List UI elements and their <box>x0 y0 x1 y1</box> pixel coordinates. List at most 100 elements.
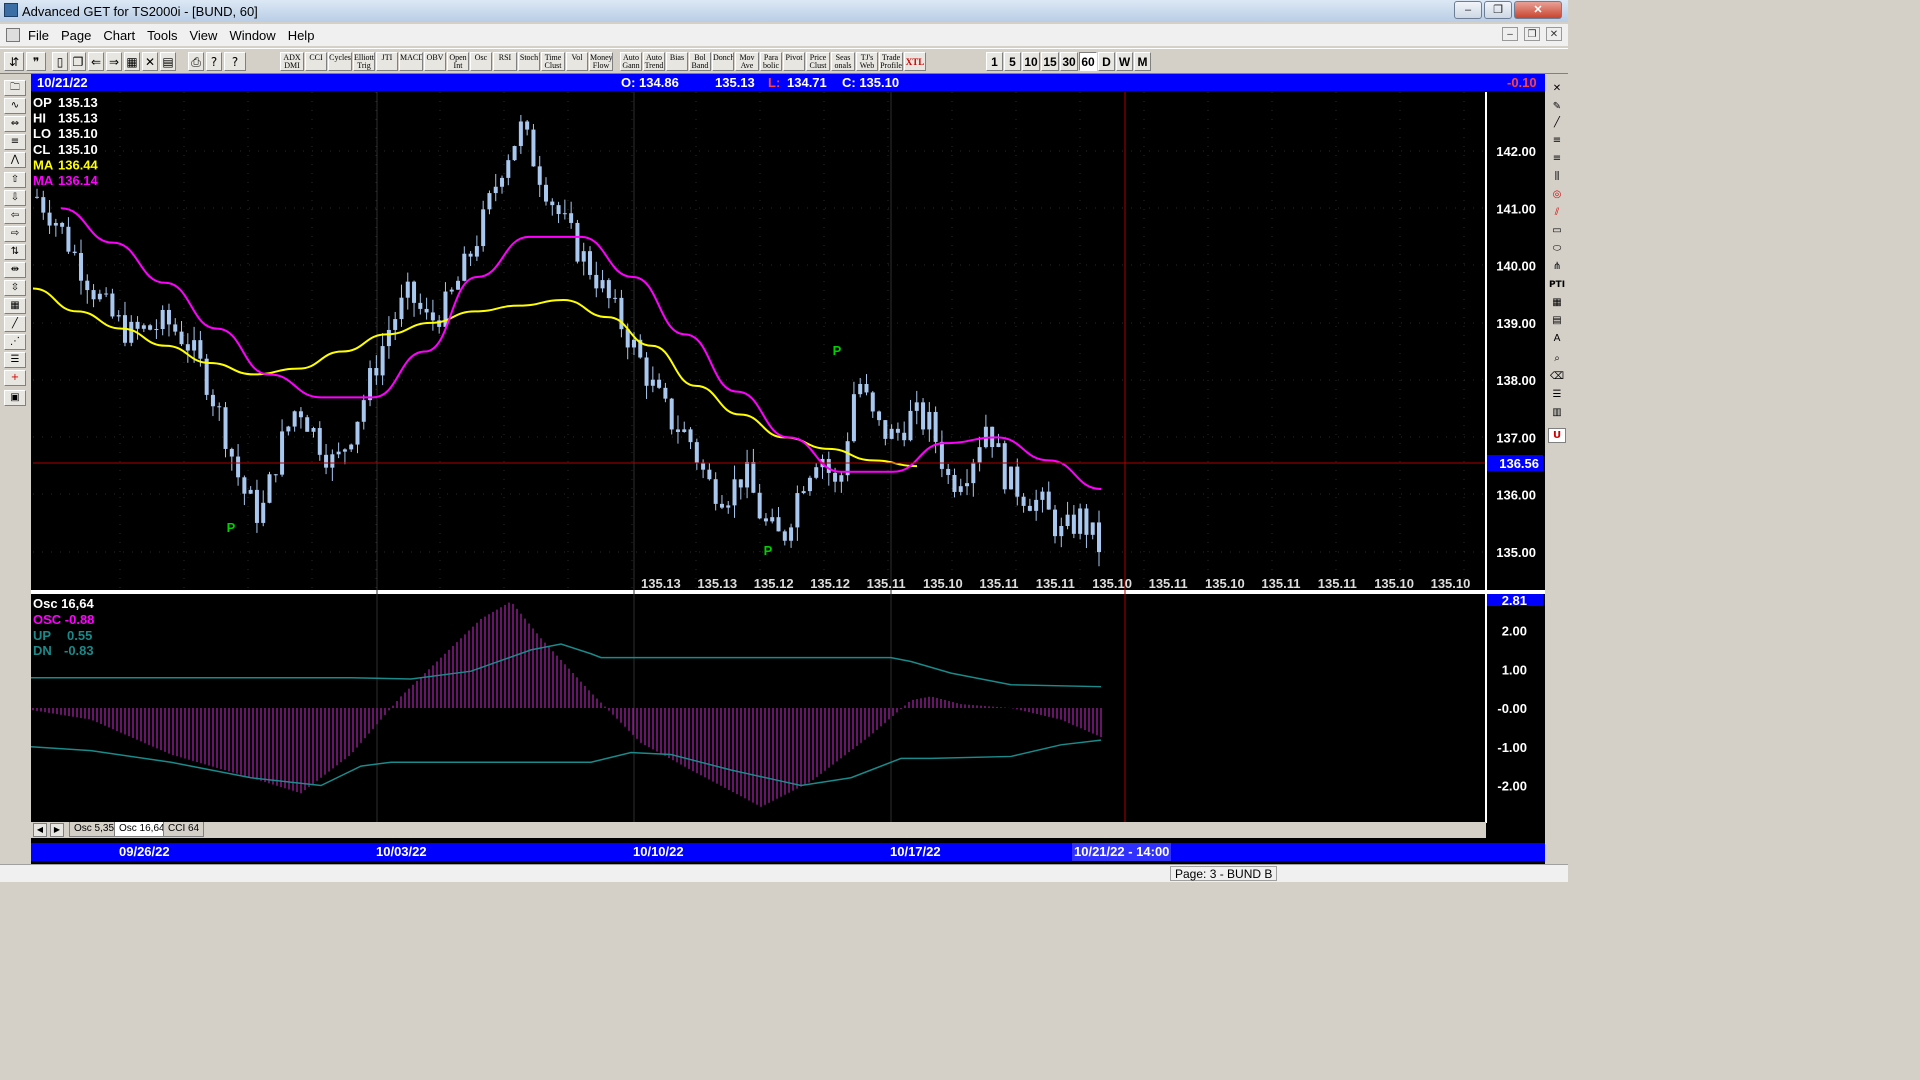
mdi-close-button[interactable]: ✕ <box>1546 27 1562 41</box>
study-button-bias[interactable]: Bias <box>666 52 688 71</box>
book-icon[interactable]: ▥ <box>1548 406 1566 421</box>
fan-icon[interactable]: ⫽ <box>1548 206 1566 221</box>
chart-area[interactable]: 142.00 141.00 140.00 139.00 138.00 137.00 136.… <box>30 74 1545 864</box>
study-button-money-flow[interactable]: Money Flow <box>589 52 613 71</box>
delete-icon[interactable]: ✕ <box>142 52 158 71</box>
zoom-icon[interactable]: ⌕ <box>1548 352 1566 367</box>
timeframe-button-m[interactable]: M <box>1134 52 1151 71</box>
tab-osc-16-64[interactable]: Osc 16,64 <box>114 822 170 837</box>
fib-retrace-icon[interactable]: ≡ <box>1548 134 1566 149</box>
arrow-right-icon[interactable]: ⇨ <box>4 226 26 242</box>
study-button-stoch[interactable]: Stoch <box>518 52 540 71</box>
channel-icon[interactable]: ▭ <box>1548 224 1566 239</box>
wave-icon[interactable]: ∿ <box>4 98 26 114</box>
study-button-seas-onals[interactable]: Seas onals <box>831 52 855 71</box>
study-button-macd[interactable]: MACD <box>399 52 423 71</box>
ellipse-icon[interactable]: ⬭ <box>1548 242 1566 257</box>
study-button-open-int[interactable]: Open Int <box>447 52 469 71</box>
trendline-icon[interactable]: ╱ <box>1548 116 1566 131</box>
menu-chart[interactable]: Chart <box>103 28 135 43</box>
study-button-pivot[interactable]: Pivot <box>783 52 805 71</box>
timeframe-button-5[interactable]: 5 <box>1004 52 1021 71</box>
context-help-icon[interactable]: ? <box>224 52 246 71</box>
gann-icon[interactable]: ⋰ <box>4 334 26 350</box>
grid-tool-icon[interactable]: ▦ <box>1548 296 1566 311</box>
study-button-vol[interactable]: Vol <box>566 52 588 71</box>
mdi-restore-button[interactable]: ❐ <box>1524 27 1540 41</box>
timeframe-button-w[interactable]: W <box>1116 52 1133 71</box>
reset-icon[interactable]: ⇔ <box>4 116 26 132</box>
study-button-osc[interactable]: Osc <box>470 52 492 71</box>
tab-scroll-left-icon[interactable]: ◀ <box>33 823 47 837</box>
crosshair-icon[interactable]: + <box>4 370 26 386</box>
document-icon[interactable] <box>6 28 20 42</box>
timeframe-button-10[interactable]: 10 <box>1022 52 1040 71</box>
elliott-icon[interactable]: ⋀ <box>4 152 26 168</box>
timeframe-button-1[interactable]: 1 <box>986 52 1003 71</box>
study-button-elliott-trig[interactable]: Elliott Trig <box>353 52 375 71</box>
timeframe-button-d[interactable]: D <box>1098 52 1115 71</box>
menu-file[interactable]: File <box>28 28 49 43</box>
restore-button[interactable]: ❐ <box>1484 1 1512 19</box>
tab-cci-64[interactable]: CCI 64 <box>163 822 205 837</box>
scroll-left-icon[interactable]: ⇐ <box>88 52 104 71</box>
study-button-xtl[interactable]: XTL <box>904 52 926 71</box>
table-icon[interactable]: ▦ <box>4 298 26 314</box>
menu-tools[interactable]: Tools <box>147 28 177 43</box>
study-button-jti[interactable]: JTI <box>376 52 398 71</box>
fib-icon[interactable]: ☰ <box>4 352 26 368</box>
help-icon[interactable]: ? <box>206 52 222 71</box>
study-button-time-clust[interactable]: Time Clust <box>541 52 565 71</box>
study-button-obv[interactable]: OBV <box>424 52 446 71</box>
print-icon[interactable]: ⎙ <box>188 52 204 71</box>
list-icon[interactable]: ☰ <box>1548 388 1566 403</box>
mob-icon[interactable]: ▤ <box>1548 314 1566 329</box>
tab-osc-5-35[interactable]: Osc 5,35 <box>69 822 120 837</box>
eraser-icon[interactable]: ⌫ <box>1548 370 1566 385</box>
minimize-button[interactable]: ‒ <box>1454 1 1482 19</box>
cycle-icon[interactable]: ◎ <box>1548 188 1566 203</box>
study-button-price-clust[interactable]: Price Clust <box>806 52 830 71</box>
menu-view[interactable]: View <box>189 28 217 43</box>
study-button-cycles[interactable]: Cycles <box>328 52 352 71</box>
study-button-rsi[interactable]: RSI <box>493 52 517 71</box>
study-button-trade-profile[interactable]: Trade Profile <box>879 52 903 71</box>
copy-icon[interactable]: ❐ <box>70 52 86 71</box>
study-button-auto-gann[interactable]: Auto Gann <box>620 52 642 71</box>
study-button-auto-trend[interactable]: Auto Trend <box>643 52 665 71</box>
study-button-donch[interactable]: Donch <box>712 52 734 71</box>
study-button-adx-dmi[interactable]: ADX DMI <box>280 52 304 71</box>
expand-horizontal-icon[interactable]: ⇹ <box>4 262 26 278</box>
clipboard-icon[interactable]: ▣ <box>4 390 26 406</box>
grid-icon[interactable]: ▦ <box>124 52 140 71</box>
scroll-right-icon[interactable]: ⇒ <box>106 52 122 71</box>
text-tool-icon[interactable]: A <box>1548 332 1566 347</box>
study-button-mov-ave[interactable]: Mov Ave <box>735 52 759 71</box>
expand-vertical-icon[interactable]: ⇳ <box>4 280 26 296</box>
price-chart-svg[interactable]: 142.00 141.00 140.00 139.00 138.00 137.00 136.… <box>30 74 1545 844</box>
arrow-down-icon[interactable]: ⇩ <box>4 190 26 206</box>
fib-ext-icon[interactable]: ≡ <box>1548 152 1566 167</box>
study-button-para-bolic[interactable]: Para bolic <box>760 52 782 71</box>
study-button-tj-s-web[interactable]: TJ's Web <box>856 52 878 71</box>
arrow-left-icon[interactable]: ⇦ <box>4 208 26 224</box>
timeframe-button-60[interactable]: 60 <box>1079 52 1097 71</box>
study-button-cci[interactable]: CCI <box>305 52 327 71</box>
close-button[interactable]: ✕ <box>1514 1 1562 19</box>
arrow-up-icon[interactable]: ⇧ <box>4 172 26 188</box>
layout-icon[interactable]: ▤ <box>160 52 176 71</box>
menu-page[interactable]: Page <box>61 28 91 43</box>
date-scroll-thumb[interactable] <box>1486 845 1545 859</box>
study-icon[interactable]: ≡ <box>4 134 26 150</box>
open-folder-icon[interactable]: 🗀 <box>4 80 26 96</box>
quote-icon[interactable]: ❞ <box>26 52 46 71</box>
pencil-icon[interactable]: ✎ <box>1548 100 1566 115</box>
lines-icon[interactable]: ╱ <box>4 316 26 332</box>
pti-icon[interactable]: PTI <box>1548 278 1566 293</box>
menu-help[interactable]: Help <box>288 28 315 43</box>
timeframe-button-30[interactable]: 30 <box>1060 52 1078 71</box>
compress-icon[interactable]: ⇅ <box>4 244 26 260</box>
study-button-bol-band[interactable]: Bol Band <box>689 52 711 71</box>
cancel-draw-icon[interactable]: ✕ <box>1548 82 1566 97</box>
pitchfork-icon[interactable]: ⋔ <box>1548 260 1566 275</box>
